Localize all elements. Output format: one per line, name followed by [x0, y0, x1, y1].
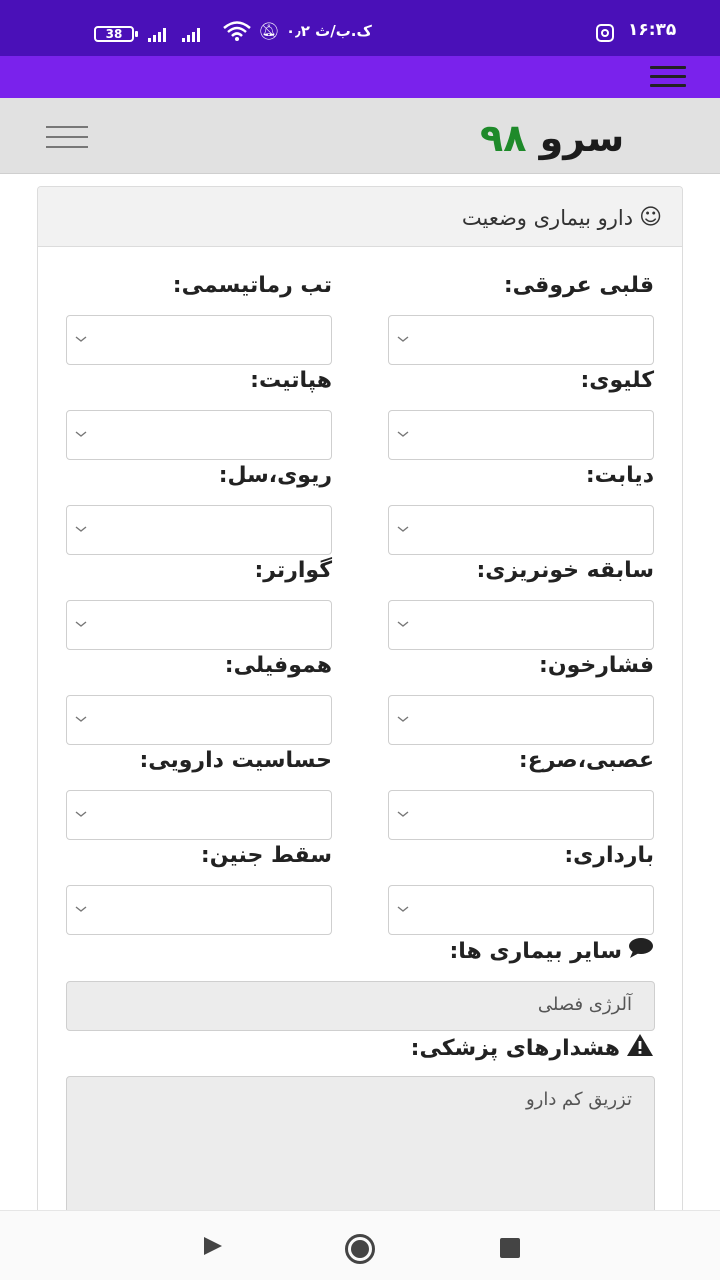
- select-blood-pressure[interactable]: [388, 695, 654, 745]
- select-miscarriage[interactable]: [66, 885, 332, 935]
- select-pregnancy[interactable]: [388, 885, 654, 935]
- chevron-down-icon: [75, 431, 87, 437]
- select-goiter[interactable]: [66, 600, 332, 650]
- label-medical-warnings: هشدارهای پزشکی:: [411, 1033, 654, 1063]
- label-neuro-epilepsy: عصبی،صرع:: [518, 748, 654, 773]
- select-drug-allergy[interactable]: [66, 790, 332, 840]
- select-rheumatic-fever[interactable]: [66, 315, 332, 365]
- chevron-down-icon: [75, 336, 87, 342]
- chevron-down-icon: [75, 526, 87, 532]
- label-hepatitis: هپاتیت:: [250, 368, 332, 393]
- chevron-down-icon: [397, 906, 409, 912]
- signal-icon: [182, 26, 200, 42]
- warning-icon: [626, 1033, 654, 1063]
- system-navigation-bar: [0, 1210, 720, 1280]
- other-diseases-input[interactable]: آلرژی فصلی: [66, 981, 655, 1031]
- status-time: ۱۶:۳۵: [628, 20, 677, 40]
- other-diseases-label-text: سایر بیماری ها:: [449, 938, 622, 964]
- chevron-down-icon: [397, 621, 409, 627]
- card-title: دارو بیماری وضعیت: [461, 205, 634, 230]
- chevron-down-icon: [397, 431, 409, 437]
- medical-warnings-label-text: هشدارهای پزشکی:: [410, 1035, 620, 1061]
- chevron-down-icon: [397, 526, 409, 532]
- select-hepatitis[interactable]: [66, 410, 332, 460]
- chevron-down-icon: [75, 811, 87, 817]
- label-miscarriage: سقط جنین:: [200, 843, 332, 868]
- bell-muted-icon: 🔕︎: [258, 22, 280, 42]
- site-logo[interactable]: سرو ۹۸: [480, 116, 624, 160]
- label-bleeding-history: سابقه خونریزی:: [476, 558, 655, 583]
- label-goiter: گوارتر:: [254, 558, 332, 583]
- recent-apps-button[interactable]: [500, 1238, 520, 1258]
- select-neuro-epilepsy[interactable]: [388, 790, 654, 840]
- select-kidney[interactable]: [388, 410, 654, 460]
- hamburger-menu-icon[interactable]: [650, 66, 686, 88]
- back-button[interactable]: [204, 1237, 222, 1255]
- label-pulmonary-tb: ریوی،سل:: [218, 463, 332, 488]
- select-diabetes[interactable]: [388, 505, 654, 555]
- label-blood-pressure: فشارخون:: [539, 653, 654, 678]
- label-drug-allergy: حساسیت دارویی:: [139, 748, 332, 773]
- chevron-down-icon: [75, 621, 87, 627]
- label-kidney: کلیوی:: [580, 368, 654, 393]
- select-bleeding-history[interactable]: [388, 600, 654, 650]
- label-cardiovascular: قلبی عروقی:: [503, 273, 654, 298]
- chevron-down-icon: [75, 906, 87, 912]
- chevron-down-icon: [397, 336, 409, 342]
- signal-icon: [148, 26, 166, 42]
- label-other-diseases: سایر بیماری ها:: [449, 937, 654, 965]
- comment-icon: [628, 937, 654, 965]
- label-rheumatic-fever: تب رماتیسمی:: [172, 273, 332, 298]
- select-cardiovascular[interactable]: [388, 315, 654, 365]
- chevron-down-icon: [75, 716, 87, 722]
- label-pregnancy: بارداری:: [564, 843, 654, 868]
- instagram-icon: [596, 24, 614, 42]
- card-header: ☺ دارو بیماری وضعیت: [38, 187, 682, 247]
- select-pulmonary-tb[interactable]: [66, 505, 332, 555]
- site-header: سرو ۹۸: [0, 98, 720, 174]
- patient-condition-card: ☺ دارو بیماری وضعیت قلبی عروقی: کلیوی: د…: [37, 186, 683, 1226]
- chevron-down-icon: [397, 811, 409, 817]
- label-hemophilia: هموفیلی:: [224, 653, 332, 678]
- logo-text: سرو: [539, 116, 625, 160]
- wifi-icon: [222, 20, 252, 47]
- network-speed: ۰٫۲ ک.ب/ث: [286, 22, 372, 40]
- smile-icon: ☺: [639, 205, 662, 230]
- chevron-down-icon: [397, 716, 409, 722]
- app-bar: [0, 56, 720, 98]
- battery-icon: 38: [94, 26, 138, 42]
- home-button[interactable]: [345, 1234, 375, 1264]
- status-bar: ۱۶:۳۵ ۰٫۲ ک.ب/ث 🔕︎ 38: [0, 0, 720, 56]
- select-hemophilia[interactable]: [66, 695, 332, 745]
- label-diabetes: دیابت:: [585, 463, 654, 488]
- medical-warnings-textarea[interactable]: تزریق کم دارو: [66, 1076, 655, 1226]
- nav-toggle-icon[interactable]: [46, 126, 88, 150]
- logo-number: ۹۸: [480, 116, 527, 160]
